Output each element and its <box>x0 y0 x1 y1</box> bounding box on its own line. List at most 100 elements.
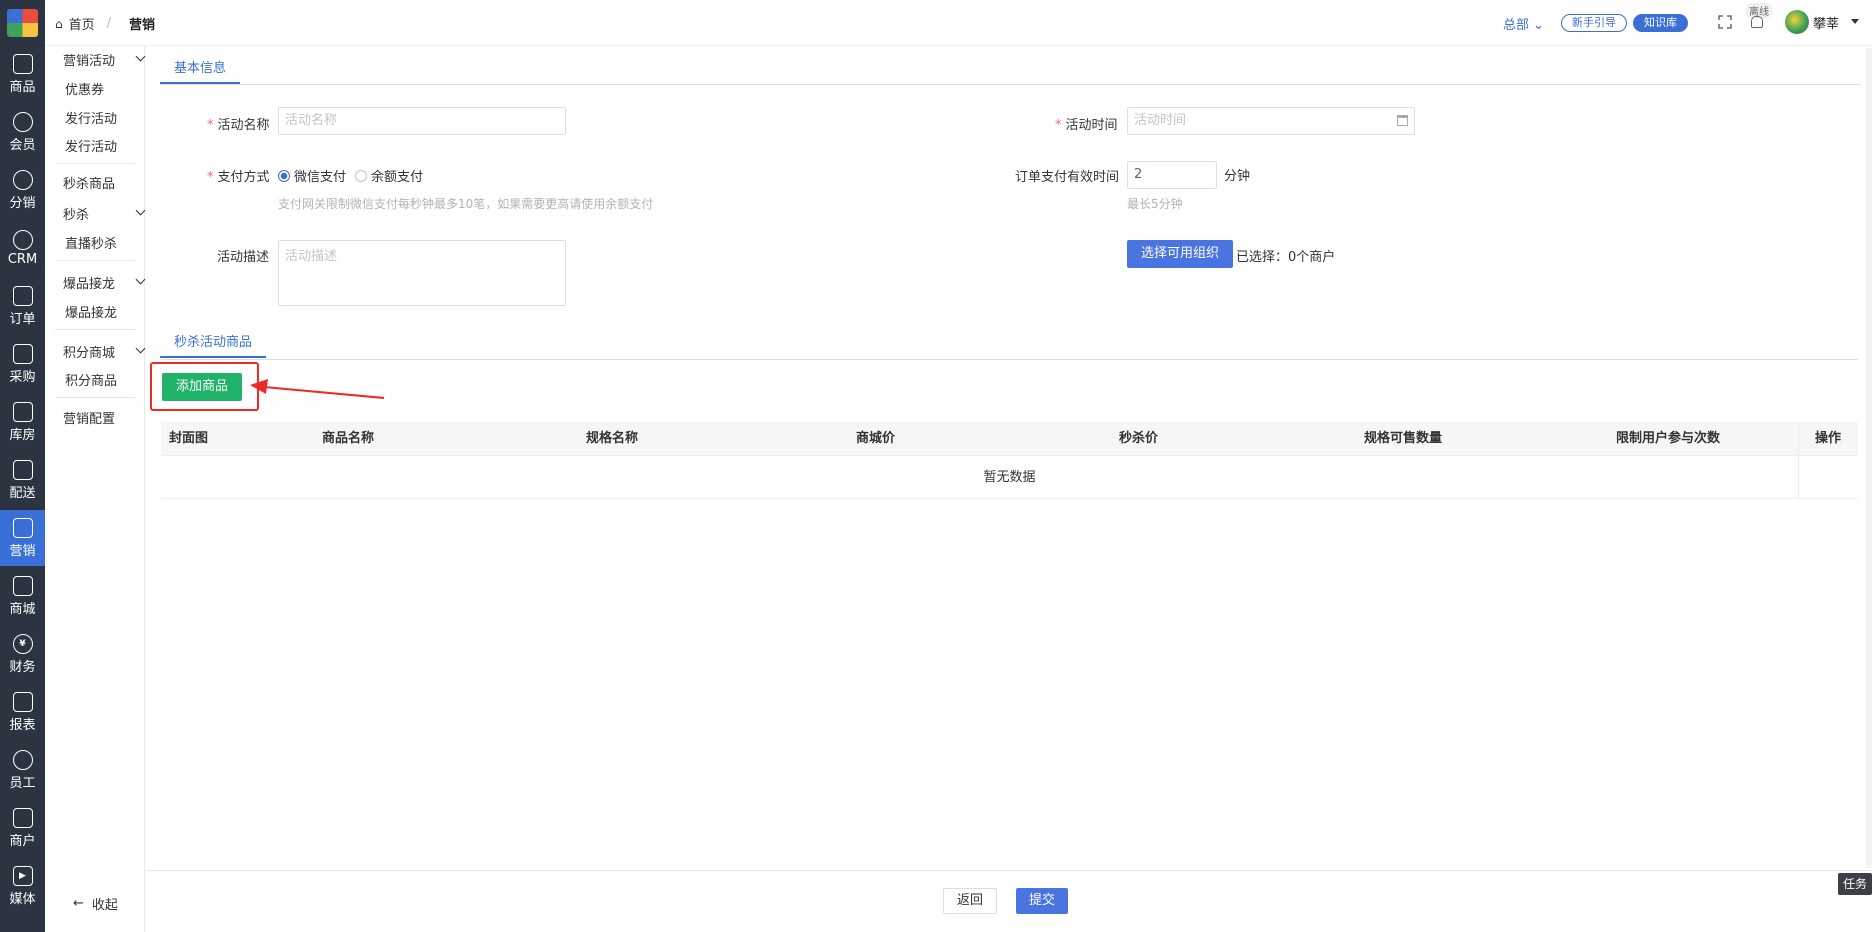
order-valid-unit: 分钟 <box>1224 169 1251 184</box>
caret-down-icon[interactable] <box>1851 19 1859 24</box>
rail-label: 媒体 <box>9 891 36 907</box>
guide-button[interactable]: 新手引导 <box>1561 14 1627 32</box>
rail-item-media[interactable]: ▶ 媒体 <box>0 858 45 914</box>
submenu-item-seckill-goods[interactable]: 秒杀商品 <box>63 173 115 192</box>
home-icon[interactable]: ⌂ <box>55 17 63 31</box>
rail-item-staff[interactable]: 员工 <box>0 742 45 798</box>
submit-button[interactable]: 提交 <box>1016 888 1069 914</box>
rail-item-purchase[interactable]: 采购 <box>0 336 45 392</box>
breadcrumb: ⌂ 首页 / 营销 <box>55 14 155 33</box>
rail-item-goods[interactable]: 商品 <box>0 46 45 102</box>
column-header: 封面图 <box>169 431 209 446</box>
rail-label: 报表 <box>9 717 36 733</box>
rail-item-marketing[interactable]: 营销 <box>0 510 45 566</box>
submenu-item-points-goods[interactable]: 积分商品 <box>65 370 117 389</box>
breadcrumb-separator: / <box>106 16 112 31</box>
selected-count: 已选择：0个商户 <box>1236 250 1336 265</box>
rail-item-reports[interactable]: 报表 <box>0 684 45 740</box>
rail-label: 商品 <box>9 79 36 95</box>
breadcrumb-home[interactable]: 首页 <box>69 14 95 33</box>
avatar[interactable] <box>1785 10 1809 34</box>
rail-item-distribution[interactable]: 分销 <box>0 162 45 218</box>
submenu-group-hot[interactable]: 爆品接龙 <box>63 273 146 292</box>
submenu-group-points[interactable]: 积分商城 <box>63 342 146 361</box>
main-nav-rail: 商品 会员 分销 CRM 订单 采购 库房 配送 营销 商城 ¥ 财务 报表 员… <box>0 0 45 932</box>
tab-basic-info[interactable]: 基本信息 <box>160 56 241 84</box>
rail-item-delivery[interactable]: 配送 <box>0 452 45 508</box>
rail-item-members[interactable]: 会员 <box>0 104 45 160</box>
rail-label: 采购 <box>9 369 36 385</box>
activity-time-input[interactable]: 活动时间 <box>1127 107 1415 135</box>
rail-label: 分销 <box>9 195 36 211</box>
radio-checked-icon <box>278 169 290 182</box>
app-logo[interactable] <box>7 9 38 37</box>
table-body: 暂无数据 <box>161 456 1858 499</box>
rail-item-mall[interactable]: 商城 <box>0 568 45 624</box>
rail-item-warehouse[interactable]: 库房 <box>0 394 45 450</box>
rail-label: 会员 <box>9 137 36 153</box>
submenu-group-label: 积分商城 <box>63 346 116 361</box>
arrow-icon <box>250 379 385 399</box>
collapse-button[interactable]: ← 收起 <box>73 894 118 913</box>
chart-icon <box>12 691 33 712</box>
back-button[interactable]: 返回 <box>943 888 998 914</box>
user-name[interactable]: 攀莘 <box>1813 13 1839 32</box>
truck-icon <box>12 459 33 480</box>
order-valid-hint: 最长5分钟 <box>1127 197 1183 211</box>
submenu-item-issue-2[interactable]: 发行活动 <box>65 136 117 155</box>
shop-icon <box>12 807 33 828</box>
name-label: * 活动名称 <box>207 118 270 133</box>
calendar-icon <box>1397 115 1408 126</box>
staff-icon <box>12 749 33 770</box>
submenu-group-marketing[interactable]: 营销活动 <box>63 50 146 69</box>
time-label: * 活动时间 <box>1055 118 1118 133</box>
form-footer: 返回 提交 <box>146 870 1872 932</box>
fullscreen-icon[interactable] <box>1718 15 1732 29</box>
org-switcher[interactable]: 总部 ⌄ <box>1503 14 1544 33</box>
submenu-item-issue[interactable]: 发行活动 <box>65 108 117 127</box>
org-label: 总部 <box>1503 18 1530 33</box>
rail-item-merchants[interactable]: 商户 <box>0 800 45 856</box>
task-button[interactable]: 任务 <box>1838 873 1872 895</box>
rail-label: 订单 <box>9 311 36 327</box>
pay-balance-radio[interactable]: 余额支付 <box>355 166 423 185</box>
bag-icon <box>12 53 33 74</box>
knowledge-base-button[interactable]: 知识库 <box>1633 14 1688 32</box>
column-header: 秒杀价 <box>1119 431 1159 446</box>
rail-item-orders[interactable]: 订单 <box>0 278 45 334</box>
select-org-button[interactable]: 选择可用组织 <box>1127 240 1234 268</box>
column-header: 限制用户参与次数 <box>1616 431 1721 446</box>
rail-item-crm[interactable]: CRM <box>0 220 45 276</box>
radio-unchecked-icon <box>355 169 367 182</box>
rail-item-finance[interactable]: ¥ 财务 <box>0 626 45 682</box>
submenu-item-config[interactable]: 营销配置 <box>63 408 115 427</box>
goods-table: 封面图 商品名称 规格名称 商城价 秒杀价 规格可售数量 限制用户参与次数 操作… <box>161 422 1858 499</box>
submenu-divider <box>55 163 135 164</box>
order-valid-input[interactable]: 2 <box>1127 161 1217 189</box>
activity-name-input[interactable]: 活动名称 <box>278 107 566 135</box>
scrollbar[interactable] <box>1866 48 1872 868</box>
arrow-left-icon: ← <box>73 896 84 911</box>
crm-icon <box>12 229 33 250</box>
radio-label: 余额支付 <box>371 170 424 185</box>
bell-icon[interactable] <box>1751 16 1763 28</box>
chevron-down-icon: ⌄ <box>1533 18 1545 33</box>
pay-wechat-radio[interactable]: 微信支付 <box>278 166 346 185</box>
submenu-item-hot[interactable]: 爆品接龙 <box>65 302 117 321</box>
submenu-group-seckill[interactable]: 秒杀 <box>63 204 146 223</box>
rail-label: 营销 <box>9 543 36 559</box>
time-placeholder: 活动时间 <box>1134 113 1187 128</box>
tab-seckill-goods[interactable]: 秒杀活动商品 <box>160 330 267 358</box>
highlight-box <box>150 362 259 411</box>
submenu-item-live-seckill[interactable]: 直播秒杀 <box>65 233 117 252</box>
user-icon <box>12 111 33 132</box>
column-header: 商城价 <box>856 431 896 446</box>
chevron-down-icon <box>135 51 146 62</box>
empty-state: 暂无数据 <box>983 470 1036 485</box>
fixed-column <box>1798 422 1858 499</box>
submenu-group-label: 营销活动 <box>63 54 116 69</box>
activity-desc-textarea[interactable]: 活动描述 <box>278 240 566 306</box>
collapse-label: 收起 <box>91 898 118 913</box>
submenu-group-label: 爆品接龙 <box>63 277 116 292</box>
submenu-item-coupon[interactable]: 优惠券 <box>65 79 104 98</box>
